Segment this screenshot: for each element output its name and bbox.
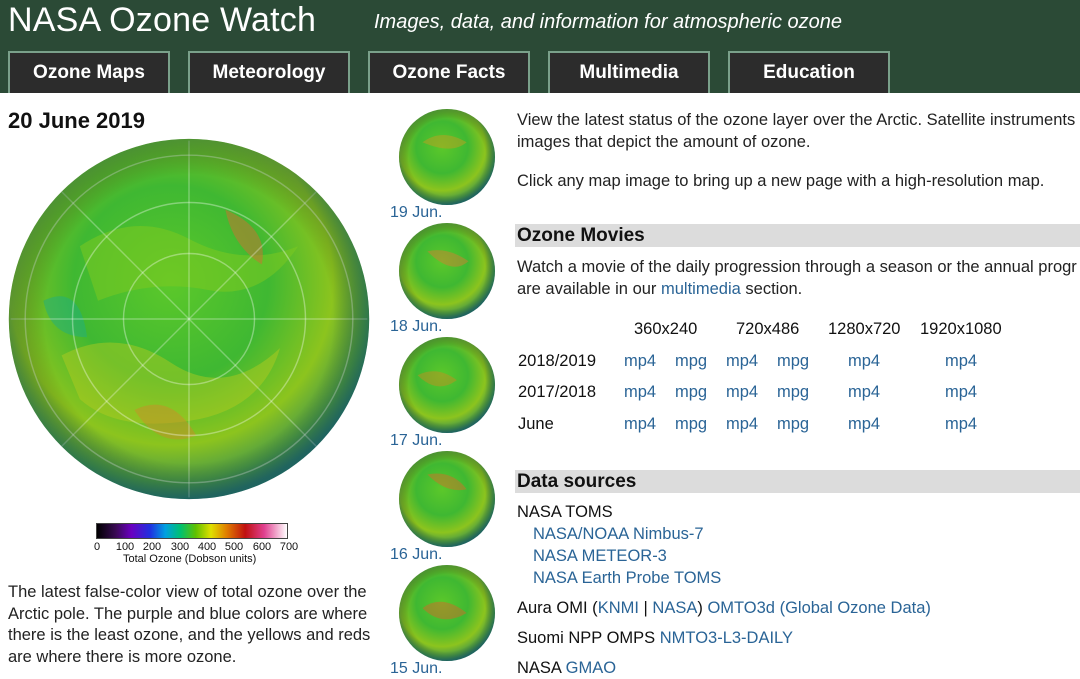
movie-link[interactable]: mp4 (726, 352, 758, 371)
scale-tick: 700 (279, 541, 299, 553)
thumbnail-label-15-jun[interactable]: 15 Jun. (390, 660, 442, 678)
source-gmao: NASA GMAO (517, 659, 616, 678)
multimedia-link[interactable]: multimedia (661, 280, 741, 298)
scale-tick: 400 (197, 541, 217, 553)
source-text: NASA (517, 659, 566, 677)
resolution-header: 1920x1080 (920, 320, 1002, 338)
tab-multimedia[interactable]: Multimedia (548, 51, 710, 93)
resolution-header: 720x486 (736, 320, 800, 338)
scale-tick: 100 (115, 541, 135, 553)
movie-link[interactable]: mp4 (624, 415, 656, 434)
omto3d-link[interactable]: OMTO3d (Global Ozone Data) (707, 599, 930, 617)
intro-click-hint: Click any map image to bring up a new pa… (517, 172, 1045, 190)
color-scale-ticks: 0 100 200 300 400 500 600 700 (93, 539, 316, 553)
movie-row-label: 2017/2018 (518, 383, 596, 401)
tab-education[interactable]: Education (728, 51, 890, 93)
tab-ozone-facts[interactable]: Ozone Facts (368, 51, 530, 93)
ozone-color-scale: 0 100 200 300 400 500 600 700 Total Ozon… (93, 523, 316, 565)
scale-tick: 0 (93, 541, 101, 553)
thumbnail-label-16-jun[interactable]: 16 Jun. (390, 546, 442, 564)
source-text: | (638, 599, 653, 617)
site-title[interactable]: NASA Ozone Watch (8, 1, 316, 40)
thumbnail-map-19-jun[interactable] (398, 108, 496, 206)
movies-text: section. (745, 280, 803, 298)
movie-link[interactable]: mp4 (624, 352, 656, 371)
movie-link[interactable]: mp4 (848, 352, 880, 371)
scale-tick: 300 (170, 541, 190, 553)
thumbnail-map-17-jun[interactable] (398, 336, 496, 434)
movies-description: Watch a movie of the daily progression t… (517, 258, 1077, 276)
knmi-link[interactable]: KNMI (598, 599, 639, 617)
watermark-text: 什么值得买 (945, 641, 1061, 666)
tab-ozone-maps[interactable]: Ozone Maps (8, 51, 170, 93)
movie-link[interactable]: mpg (675, 352, 707, 371)
movie-link[interactable]: mp4 (848, 415, 880, 434)
scale-tick: 200 (142, 541, 162, 553)
movie-row-label: June (518, 415, 554, 433)
ozone-map-image[interactable] (7, 137, 371, 501)
source-link-meteor3[interactable]: NASA METEOR-3 (533, 547, 667, 566)
tab-meteorology[interactable]: Meteorology (188, 51, 350, 93)
movie-link[interactable]: mp4 (945, 415, 977, 434)
movies-text: are available in our (517, 280, 657, 298)
color-scale-bar (96, 523, 288, 539)
source-aura-omi: Aura OMI (KNMI | NASA) OMTO3d (Global Oz… (517, 599, 931, 618)
movie-row-label: 2018/2019 (518, 352, 596, 370)
source-link-earth-probe[interactable]: NASA Earth Probe TOMS (533, 569, 721, 588)
thumbnail-label-17-jun[interactable]: 17 Jun. (390, 432, 442, 450)
source-link-nimbus7[interactable]: NASA/NOAA Nimbus-7 (533, 525, 704, 544)
movie-link[interactable]: mp4 (726, 383, 758, 402)
site-header: NASA Ozone Watch Images, data, and infor… (0, 0, 1080, 93)
movie-link[interactable]: mpg (777, 415, 809, 434)
scale-tick: 500 (224, 541, 244, 553)
resolution-header: 1280x720 (828, 320, 901, 338)
source-text: Aura OMI ( (517, 599, 598, 617)
thumbnail-label-18-jun[interactable]: 18 Jun. (390, 318, 442, 336)
data-sources-heading: Data sources (515, 470, 1080, 493)
movie-link[interactable]: mp4 (945, 383, 977, 402)
source-toms: NASA TOMS (517, 503, 613, 521)
movie-link[interactable]: mpg (675, 383, 707, 402)
intro-text-line: View the latest status of the ozone laye… (517, 111, 1076, 129)
thumbnail-label-19-jun[interactable]: 19 Jun. (390, 204, 442, 222)
thumbnail-map-16-jun[interactable] (398, 450, 496, 548)
intro-text-line: images that depict the amount of ozone. (517, 133, 811, 151)
movie-link[interactable]: mp4 (726, 415, 758, 434)
source-suomi-omps: Suomi NPP OMPS NMTO3-L3-DAILY (517, 629, 793, 648)
movies-description-line2: are available in our multimedia section. (517, 278, 802, 300)
nmto3-link[interactable]: NMTO3-L3-DAILY (660, 629, 793, 647)
nasa-link[interactable]: NASA (652, 599, 697, 617)
gmao-link[interactable]: GMAO (566, 659, 616, 677)
thumbnail-map-18-jun[interactable] (398, 222, 496, 320)
site-tagline: Images, data, and information for atmosp… (374, 11, 843, 33)
color-scale-label: Total Ozone (Dobson units) (123, 553, 257, 565)
thumbnail-map-15-jun[interactable] (398, 564, 496, 662)
watermark-icon: 值 (913, 642, 939, 669)
movie-link[interactable]: mp4 (848, 383, 880, 402)
resolution-header: 360x240 (634, 320, 698, 338)
source-text: Suomi NPP OMPS (517, 629, 660, 647)
map-date-title: 20 June 2019 (8, 108, 145, 133)
movie-link[interactable]: mpg (675, 415, 707, 434)
movie-link[interactable]: mp4 (945, 352, 977, 371)
ozone-movies-heading: Ozone Movies (515, 224, 1080, 247)
movie-link[interactable]: mpg (777, 352, 809, 371)
scale-tick: 600 (252, 541, 272, 553)
movie-link[interactable]: mpg (777, 383, 809, 402)
watermark: 值什么值得买 (913, 636, 1061, 669)
source-text: ) (697, 599, 708, 617)
map-description: The latest false-color view of total ozo… (8, 583, 371, 667)
movie-link[interactable]: mp4 (624, 383, 656, 402)
